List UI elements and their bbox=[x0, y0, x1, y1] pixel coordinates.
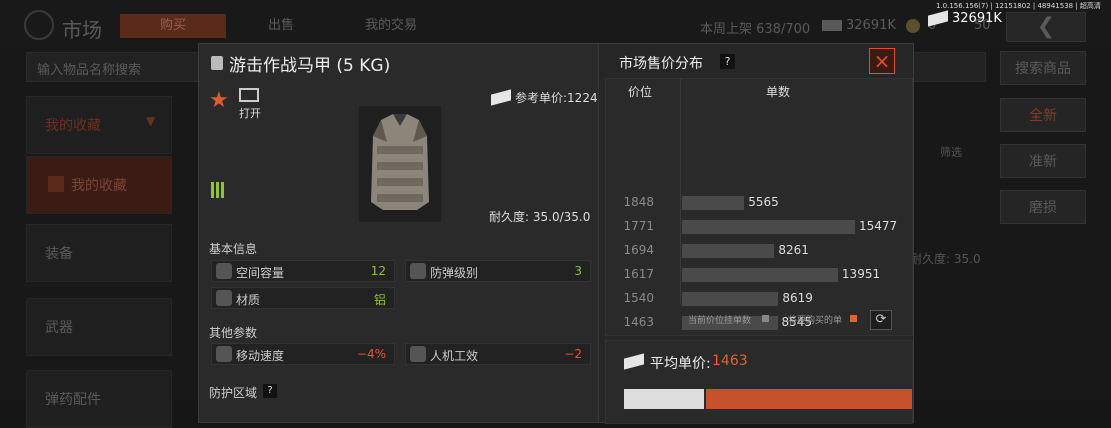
param-move-speed: 移动速度 −4% bbox=[211, 343, 395, 365]
filter-like-new[interactable]: 准新 bbox=[1000, 144, 1086, 178]
chevron-down-icon: ▼ bbox=[146, 114, 156, 128]
close-button[interactable]: × bbox=[869, 48, 895, 74]
attr-value: 铝 bbox=[373, 293, 386, 307]
currency-amount: 32691K bbox=[952, 11, 1002, 26]
item-info-panel: 游击作战马甲 (5 KG) ★ 打开 参考单价:1224 耐久度: 35.0/3… bbox=[199, 44, 599, 422]
version-text: 1.0.156.156(7) | 12151802 | 48941538 | 超… bbox=[936, 2, 1101, 10]
param-name: 移动速度 bbox=[236, 349, 285, 363]
favorites-icon bbox=[48, 176, 64, 192]
open-label[interactable]: 打开 bbox=[239, 105, 261, 121]
buy-button[interactable] bbox=[706, 389, 912, 409]
help-icon[interactable]: ? bbox=[263, 384, 277, 398]
attr-name: 材质 bbox=[236, 293, 261, 307]
attr-material: 材质 铝 bbox=[211, 287, 395, 309]
price-bar bbox=[682, 268, 838, 282]
legend-buy: 将要购买的单 bbox=[788, 316, 843, 326]
protection-area-heading: 防护区域 bbox=[209, 386, 258, 400]
bg-durability: 耐久度: 35.0 bbox=[910, 252, 981, 266]
param-name: 人机工效 bbox=[430, 349, 479, 363]
attr-name: 防弹级别 bbox=[430, 266, 479, 280]
bg-money: 32691K bbox=[846, 18, 896, 33]
bg-page-title: 市场 bbox=[62, 18, 102, 42]
running-icon bbox=[216, 346, 232, 362]
attr-value: 3 bbox=[574, 264, 582, 278]
avg-price-box: 平均单价: 1463 bbox=[605, 340, 913, 424]
param-ergonomics: 人机工效 −2 bbox=[405, 343, 591, 365]
price-tick-label: 1771 bbox=[623, 219, 654, 233]
attr-capacity: 空间容量 12 bbox=[211, 260, 395, 282]
coin-icon bbox=[906, 19, 920, 33]
refresh-icon[interactable]: ⟳ bbox=[870, 310, 892, 330]
price-bar bbox=[682, 220, 855, 234]
material-icon bbox=[216, 290, 232, 306]
col-count-header: 单数 bbox=[766, 85, 791, 99]
legend-current: 当前价位挂单数 bbox=[688, 316, 752, 326]
durability-text: 耐久度: 35.0/35.0 bbox=[489, 210, 591, 224]
tab-my-trades[interactable]: 我的交易 bbox=[346, 14, 436, 38]
banknote-icon bbox=[491, 89, 511, 106]
price-bar bbox=[682, 244, 775, 258]
other-params-heading: 其他参数 bbox=[209, 326, 258, 340]
banknote-icon bbox=[624, 353, 644, 370]
box-open-icon[interactable] bbox=[239, 88, 259, 102]
pistol-icon bbox=[410, 346, 426, 362]
filter-label[interactable]: 筛选 bbox=[940, 144, 962, 160]
chart-axis bbox=[680, 79, 681, 305]
attr-name: 空间容量 bbox=[236, 266, 285, 280]
reference-price: 参考单价:1224 bbox=[515, 91, 598, 105]
search-button[interactable]: 搜索商品 bbox=[1000, 51, 1086, 85]
price-chart: 价位 单数 1848 5565 1771 15477 1694 8261 1617 13951… bbox=[605, 78, 913, 336]
favorite-star-icon[interactable]: ★ bbox=[209, 88, 229, 113]
param-value: −4% bbox=[356, 347, 386, 361]
bar-value-label: 5565 bbox=[748, 195, 779, 209]
filter-worn[interactable]: 磨损 bbox=[1000, 190, 1086, 224]
item-title: 游击作战马甲 (5 KG) bbox=[229, 56, 391, 76]
bar-value-label: 8619 bbox=[782, 291, 813, 305]
basic-info-heading: 基本信息 bbox=[209, 242, 258, 256]
quantity-button[interactable] bbox=[624, 389, 704, 409]
tab-sell[interactable]: 出售 bbox=[246, 14, 316, 38]
sidebar-weapons[interactable]: 武器 bbox=[26, 298, 172, 356]
legend-buy-swatch bbox=[850, 315, 857, 322]
legend-current-swatch bbox=[762, 315, 769, 322]
tab-buy[interactable]: 购买 bbox=[120, 14, 226, 38]
attr-value: 12 bbox=[370, 264, 386, 278]
money-icon bbox=[822, 20, 842, 31]
item-image bbox=[359, 106, 441, 222]
bar-value-label: 13951 bbox=[841, 267, 881, 281]
item-detail-dialog: 游击作战马甲 (5 KG) ★ 打开 参考单价:1224 耐久度: 35.0/3… bbox=[198, 43, 914, 424]
price-bar bbox=[682, 196, 745, 210]
weekly-listing: 本周上架 638/700 bbox=[700, 22, 811, 37]
bar-value-label: 15477 bbox=[858, 219, 898, 233]
back-button[interactable]: ❮ bbox=[1006, 12, 1086, 42]
grid-size-icon bbox=[211, 182, 225, 198]
price-tick-label: 1694 bbox=[623, 243, 654, 257]
col-price-header: 价位 bbox=[628, 85, 653, 99]
backpack-icon bbox=[211, 56, 223, 70]
attr-armor-class: 防弹级别 3 bbox=[405, 260, 591, 282]
param-value: −2 bbox=[564, 347, 582, 361]
help-icon[interactable]: ? bbox=[720, 54, 735, 69]
backpack-icon bbox=[216, 263, 232, 279]
price-tick-label: 1463 bbox=[623, 315, 654, 329]
price-tick-label: 1617 bbox=[623, 267, 654, 281]
market-price-panel: 市场售价分布 ? × 价位 单数 1848 5565 1771 15477 1694 82… bbox=[605, 44, 913, 424]
bar-value-label: 8261 bbox=[778, 243, 809, 257]
market-title: 市场售价分布 bbox=[619, 56, 703, 72]
price-tick-label: 1540 bbox=[623, 291, 654, 305]
sidebar-equipment[interactable]: 装备 bbox=[26, 224, 172, 282]
price-tick-label: 1848 bbox=[623, 195, 654, 209]
sidebar-ammo[interactable]: 弹药配件 bbox=[26, 370, 172, 428]
shield-icon bbox=[410, 263, 426, 279]
market-logo-icon bbox=[24, 10, 54, 40]
avg-price-label: 平均单价: bbox=[650, 356, 711, 372]
filter-new[interactable]: 全新 bbox=[1000, 98, 1086, 132]
avg-price-value: 1463 bbox=[712, 353, 748, 369]
price-bar bbox=[682, 292, 779, 306]
